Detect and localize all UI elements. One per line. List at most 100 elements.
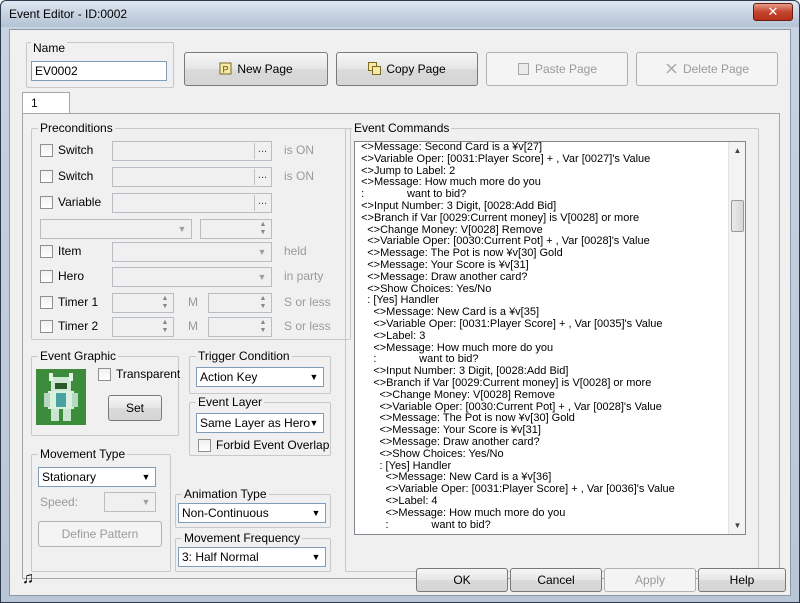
command-line[interactable]: <>Variable Oper: [0031:Player Score] + ,…	[355, 153, 745, 166]
movement-frequency-select[interactable]: 3: Half Normal ▼	[178, 547, 326, 567]
ok-button[interactable]: OK	[416, 568, 508, 592]
animation-type-legend: Animation Type	[182, 487, 269, 501]
timer2-seconds-stepper[interactable]: ▲ ▼	[208, 317, 272, 337]
delete-page-label: Delete Page	[682, 62, 750, 76]
movement-frequency-group: Movement Frequency 3: Half Normal ▼	[175, 531, 331, 572]
event-commands-list[interactable]: <>Message: Second Card is a ¥v[27] <>Var…	[354, 141, 746, 535]
help-button[interactable]: Help	[698, 568, 786, 592]
delete-page-icon	[665, 55, 678, 74]
name-group: Name EV0002	[26, 41, 174, 88]
trigger-condition-value: Action Key	[200, 370, 258, 384]
command-line[interactable]: <>Message: Your Score is ¥v[31]	[355, 259, 745, 272]
command-line[interactable]: <>Message: Draw another card?	[355, 271, 745, 284]
forbid-overlap-checkbox[interactable]	[198, 439, 211, 452]
command-lines: <>Message: Second Card is a ¥v[27] <>Var…	[355, 142, 745, 531]
tab-page-1-label: 1	[31, 96, 38, 110]
tab-page-1[interactable]: 1	[22, 92, 70, 114]
switch1-checkbox[interactable]	[40, 144, 53, 157]
event-graphic-preview[interactable]	[36, 369, 86, 425]
scroll-thumb[interactable]	[731, 200, 744, 232]
hero-label: Hero	[58, 269, 85, 283]
transparent-checkbox[interactable]	[98, 368, 111, 381]
hero-suffix: in party	[284, 269, 324, 283]
page-panel: Preconditions Switch ... is ON Switch ..…	[22, 113, 780, 579]
timer2-minutes-stepper[interactable]: ▲ ▼	[112, 317, 174, 337]
movement-frequency-legend: Movement Frequency	[182, 531, 303, 545]
paste-page-icon	[517, 55, 530, 75]
timer2-unit: M	[188, 319, 198, 333]
item-suffix: held	[284, 244, 307, 258]
preconditions-legend: Preconditions	[38, 121, 115, 135]
close-icon: ✕	[767, 4, 779, 19]
item-checkbox[interactable]	[40, 245, 53, 258]
movement-frequency-value: 3: Half Normal	[182, 550, 259, 564]
item-select[interactable]: ▼	[112, 242, 272, 262]
commands-scrollbar[interactable]: ▲ ▼	[728, 142, 745, 534]
spin-arrows-icon: ▲ ▼	[161, 295, 169, 310]
command-line[interactable]: <>Branch if Var [0029:Current money] is …	[355, 377, 745, 390]
switch2-checkbox[interactable]	[40, 170, 53, 183]
timer1-checkbox[interactable]	[40, 296, 53, 309]
switch1-browse-button[interactable]: ...	[254, 143, 270, 159]
timer2-checkbox[interactable]	[40, 320, 53, 333]
movement-type-value: Stationary	[42, 470, 97, 484]
variable-value-stepper[interactable]: ▲ ▼	[200, 219, 272, 239]
trigger-condition-legend: Trigger Condition	[196, 349, 292, 363]
close-button[interactable]: ✕	[753, 3, 793, 21]
animation-type-value: Non-Continuous	[182, 506, 269, 520]
command-line[interactable]: <>Change Money: V[0028] Remove	[355, 389, 745, 402]
cancel-button[interactable]: Cancel	[510, 568, 602, 592]
command-line[interactable]: <>Message: Draw another card?	[355, 436, 745, 449]
hero-select[interactable]: ▼	[112, 267, 272, 287]
event-layer-select[interactable]: Same Layer as Hero ▼	[196, 413, 324, 433]
command-line[interactable]: : want to bid?	[355, 519, 745, 532]
trigger-condition-group: Trigger Condition Action Key ▼	[189, 349, 331, 394]
chevron-down-icon: ▼	[309, 418, 319, 428]
hero-sprite-icon	[36, 369, 86, 425]
timer1-minutes-stepper[interactable]: ▲ ▼	[112, 293, 174, 313]
variable-checkbox[interactable]	[40, 196, 53, 209]
command-line[interactable]: <>Show Choices: Yes/No	[355, 448, 745, 461]
movement-type-select[interactable]: Stationary ▼	[38, 467, 156, 487]
switch2-browse-button[interactable]: ...	[254, 169, 270, 185]
title-bar[interactable]: Event Editor - ID:0002 ✕	[1, 1, 799, 27]
new-page-icon: P	[219, 55, 232, 75]
paste-page-button[interactable]: Paste Page	[486, 52, 628, 86]
command-line[interactable]: <>Variable Oper: [0031:Player Score] + ,…	[355, 318, 745, 331]
apply-button[interactable]: Apply	[604, 568, 696, 592]
new-page-button[interactable]: P New Page	[184, 52, 328, 86]
set-graphic-button[interactable]: Set	[108, 395, 162, 421]
scroll-up-icon[interactable]: ▲	[730, 143, 745, 158]
switch1-field[interactable]: ...	[112, 141, 272, 161]
animation-type-group: Animation Type Non-Continuous ▼	[175, 487, 331, 528]
name-input[interactable]: EV0002	[31, 61, 167, 81]
chevron-down-icon: ▼	[177, 224, 187, 234]
item-label: Item	[58, 244, 82, 258]
event-commands-legend: Event Commands	[352, 121, 452, 135]
command-line[interactable]: <>Message: How much more do you	[355, 507, 745, 520]
switch2-field[interactable]: ...	[112, 167, 272, 187]
timer1-unit: M	[188, 295, 198, 309]
command-line[interactable]: <>Branch if Var [0029:Current money] is …	[355, 212, 745, 225]
variable-browse-button[interactable]: ...	[254, 195, 270, 211]
variable-field[interactable]: ...	[112, 193, 272, 213]
switch2-suffix: is ON	[284, 169, 314, 183]
scroll-down-icon[interactable]: ▼	[730, 518, 745, 533]
music-note-icon[interactable]: ♫	[22, 570, 34, 588]
timer2-suffix: S or less	[284, 319, 331, 333]
hero-checkbox[interactable]	[40, 270, 53, 283]
command-line[interactable]: <>Label: 4	[355, 495, 745, 508]
trigger-condition-select[interactable]: Action Key ▼	[196, 367, 324, 387]
delete-page-button[interactable]: Delete Page	[636, 52, 778, 86]
timer2-label: Timer 2	[58, 319, 99, 333]
speed-select[interactable]: ▼	[104, 492, 156, 512]
command-line[interactable]: <>Label: 3	[355, 330, 745, 343]
variable-label: Variable	[58, 195, 102, 209]
copy-page-button[interactable]: Copy Page	[336, 52, 478, 86]
define-pattern-button[interactable]: Define Pattern	[38, 521, 162, 547]
timer1-seconds-stepper[interactable]: ▲ ▼	[208, 293, 272, 313]
variable-operator-select[interactable]: ▼	[40, 219, 192, 239]
command-line[interactable]: <>Input Number: 3 Digit, [0028:Add Bid]	[355, 200, 745, 213]
event-layer-value: Same Layer as Hero	[200, 416, 311, 430]
animation-type-select[interactable]: Non-Continuous ▼	[178, 503, 326, 523]
